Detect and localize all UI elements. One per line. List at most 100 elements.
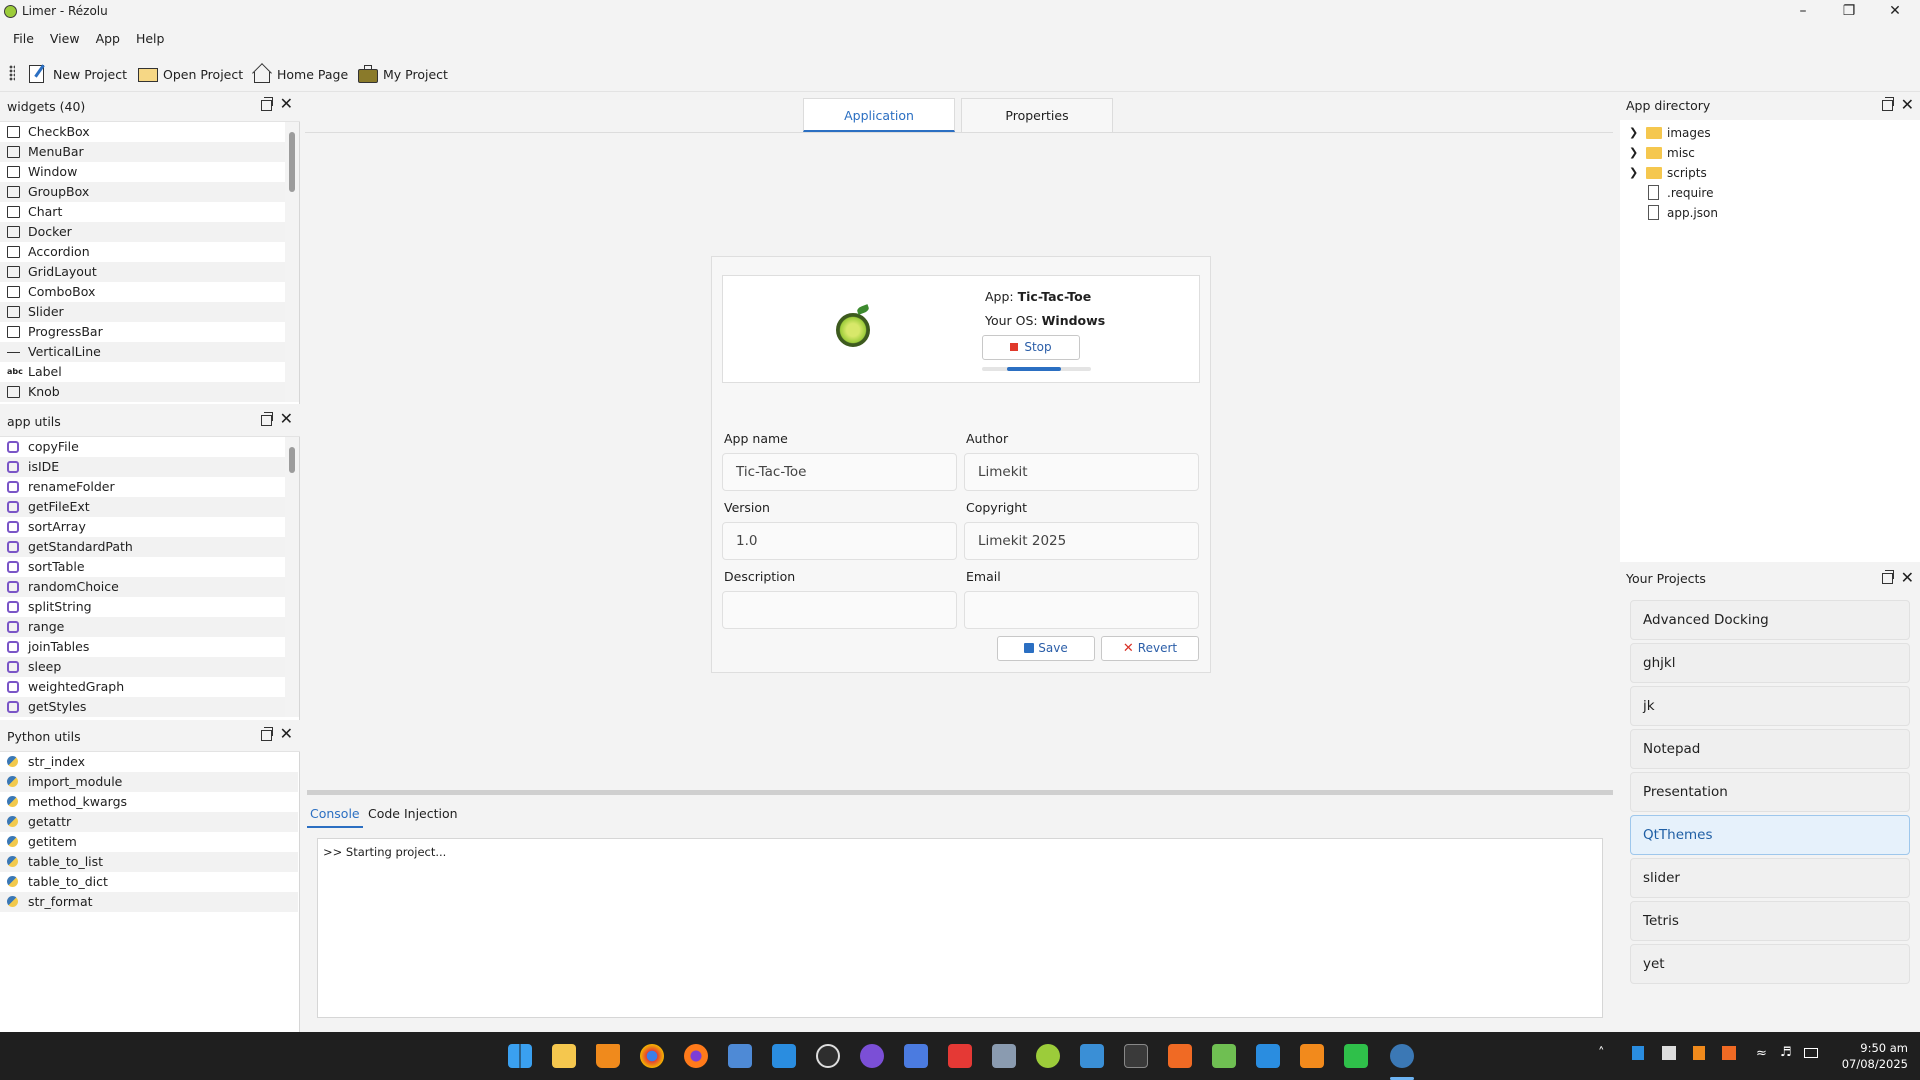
tray-play-icon[interactable] <box>1632 1046 1644 1060</box>
green-app-icon[interactable] <box>1344 1044 1368 1068</box>
util-item[interactable]: splitString <box>0 597 285 617</box>
close-panel-icon[interactable]: ✕ <box>1901 95 1914 114</box>
util-item[interactable]: getFileExt <box>0 497 285 517</box>
sublime-icon[interactable] <box>1300 1044 1324 1068</box>
util-item[interactable]: getStandardPath <box>0 537 285 557</box>
widget-item[interactable]: GridLayout <box>0 262 285 282</box>
util-item[interactable]: randomChoice <box>0 577 285 597</box>
vlc-icon[interactable] <box>596 1044 620 1068</box>
wifi-icon[interactable]: ≈ <box>1756 1046 1767 1061</box>
tray-chevron-up-icon[interactable]: ˄ <box>1598 1046 1605 1061</box>
widget-item[interactable]: GroupBox <box>0 182 285 202</box>
start-icon[interactable] <box>508 1044 532 1068</box>
vscode-icon[interactable] <box>772 1044 796 1068</box>
float-panel-icon[interactable] <box>261 97 273 111</box>
widgets-scrollbar[interactable] <box>285 122 299 402</box>
menu-help[interactable]: Help <box>130 27 171 46</box>
project-item-selected[interactable]: QtThemes <box>1630 815 1910 855</box>
app-name-field[interactable]: Tic-Tac-Toe <box>722 453 957 491</box>
close-panel-icon[interactable]: ✕ <box>280 411 293 427</box>
python-item[interactable]: str_format <box>0 892 298 912</box>
xampp-icon[interactable] <box>1168 1044 1192 1068</box>
email-field[interactable] <box>964 591 1199 629</box>
paint-icon[interactable] <box>728 1044 752 1068</box>
util-item[interactable]: joinTables <box>0 637 285 657</box>
limer-icon[interactable] <box>1036 1044 1060 1068</box>
util-item[interactable]: getStyles <box>0 697 285 717</box>
tray-xampp-icon[interactable] <box>1722 1046 1736 1060</box>
close-panel-icon[interactable]: ✕ <box>280 96 293 112</box>
tab-code-injection[interactable]: Code Injection <box>365 801 461 826</box>
project-item[interactable]: slider <box>1630 858 1910 898</box>
github-icon[interactable] <box>860 1044 884 1068</box>
tray-app-icon[interactable] <box>1662 1046 1676 1060</box>
dir-entry-file[interactable]: .require <box>1620 183 1920 203</box>
menu-app[interactable]: App <box>90 27 126 46</box>
file-explorer-icon[interactable] <box>552 1044 576 1068</box>
dir-entry-folder[interactable]: ❯ images <box>1620 123 1920 143</box>
project-item[interactable]: yet <box>1630 944 1910 984</box>
project-item[interactable]: ghjkl <box>1630 643 1910 683</box>
widget-item[interactable]: ComboBox <box>0 282 285 302</box>
system-clock[interactable]: 9:50 am 07/08/2025 <box>1842 1040 1908 1072</box>
restore-button[interactable]: ❐ <box>1826 0 1872 24</box>
menu-view[interactable]: View <box>44 27 86 46</box>
float-panel-icon[interactable] <box>1882 97 1894 111</box>
my-project-button[interactable]: My Project <box>357 61 448 87</box>
dir-entry-file[interactable]: app.json <box>1620 203 1920 223</box>
stop-button[interactable]: Stop <box>982 335 1080 360</box>
firefox-icon[interactable] <box>684 1044 708 1068</box>
chevron-right-icon[interactable]: ❯ <box>1629 163 1638 183</box>
author-field[interactable]: Limekit <box>964 453 1199 491</box>
widget-item[interactable]: Chart <box>0 202 285 222</box>
scrollbar-thumb[interactable] <box>289 132 295 192</box>
scrollbar-thumb[interactable] <box>289 447 295 473</box>
hs-app-icon[interactable] <box>816 1044 840 1068</box>
menu-file[interactable]: File <box>7 27 40 46</box>
python-item[interactable]: method_kwargs <box>0 792 298 812</box>
close-window-button[interactable]: ✕ <box>1872 0 1918 24</box>
util-item[interactable]: range <box>0 617 285 637</box>
tab-properties[interactable]: Properties <box>961 98 1113 132</box>
keyboard-app-icon[interactable] <box>992 1044 1016 1068</box>
copyright-field[interactable]: Limekit 2025 <box>964 522 1199 560</box>
console-output[interactable]: >> Starting project... <box>317 838 1603 1018</box>
home-page-button[interactable]: Home Page <box>251 61 348 87</box>
util-item[interactable]: isIDE <box>0 457 285 477</box>
util-item[interactable]: sortArray <box>0 517 285 537</box>
widget-item[interactable]: abc Label <box>0 362 285 382</box>
project-item[interactable]: Presentation <box>1630 772 1910 812</box>
tray-vlc-icon[interactable] <box>1693 1046 1705 1060</box>
notepad-icon[interactable] <box>1212 1044 1236 1068</box>
terminal-icon[interactable] <box>1124 1044 1148 1068</box>
widget-item[interactable]: Docker <box>0 222 285 242</box>
chrome-icon[interactable] <box>640 1044 664 1068</box>
float-panel-icon[interactable] <box>261 412 273 426</box>
util-item[interactable]: copyFile <box>0 437 285 457</box>
widget-item[interactable]: MenuBar <box>0 142 285 162</box>
widget-item[interactable]: CheckBox <box>0 122 285 142</box>
util-item[interactable]: renameFolder <box>0 477 285 497</box>
new-project-button[interactable]: New Project <box>27 61 127 87</box>
util-item[interactable]: sleep <box>0 657 285 677</box>
app-utils-scrollbar[interactable] <box>285 437 299 717</box>
widget-item[interactable]: Accordion <box>0 242 285 262</box>
python-item[interactable]: str_index <box>0 752 298 772</box>
dir-entry-folder[interactable]: ❯ misc <box>1620 143 1920 163</box>
project-item[interactable]: jk <box>1630 686 1910 726</box>
battery-icon[interactable] <box>1804 1048 1818 1058</box>
volume-icon[interactable]: ♬ <box>1780 1045 1792 1060</box>
python-item[interactable]: table_to_list <box>0 852 298 872</box>
tab-console[interactable]: Console <box>307 801 363 828</box>
description-field[interactable] <box>722 591 957 629</box>
project-item[interactable]: Advanced Docking <box>1630 600 1910 640</box>
python-item[interactable]: getattr <box>0 812 298 832</box>
close-panel-icon[interactable]: ✕ <box>280 726 293 742</box>
photos-icon[interactable] <box>1080 1044 1104 1068</box>
util-item[interactable]: sortTable <box>0 557 285 577</box>
widget-item[interactable]: ProgressBar <box>0 322 285 342</box>
project-item[interactable]: Notepad <box>1630 729 1910 769</box>
drag-handle-icon[interactable] <box>9 65 15 81</box>
play-icon[interactable] <box>1256 1044 1280 1068</box>
project-item[interactable]: Tetris <box>1630 901 1910 941</box>
